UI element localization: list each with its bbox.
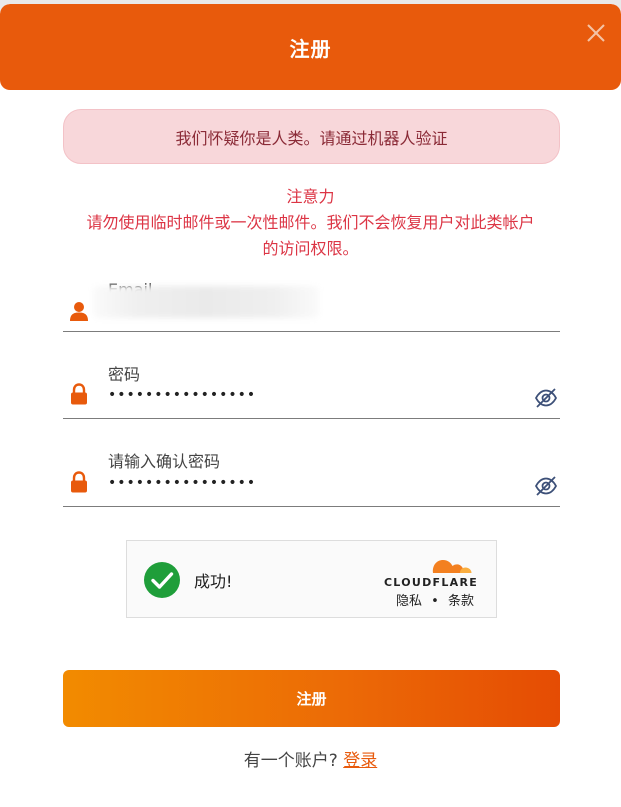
confirm-password-field[interactable]: 请输入确认密码 •••••••••••••••• [63, 448, 560, 507]
password-label: 密码 [108, 365, 141, 384]
password-field[interactable]: 密码 •••••••••••••••• [63, 361, 560, 419]
login-prompt: 有一个账户? 登录 [0, 746, 621, 771]
check-circle-icon [144, 562, 180, 598]
notice-title: 注意力 [286, 187, 335, 206]
email-input[interactable] [93, 286, 319, 318]
notice-line-1: 请勿使用临时邮件或一次性邮件。我们不会恢复用户对此类帐户 [86, 213, 535, 232]
cloudflare-logo: CLOUDFLARE [384, 560, 478, 589]
cloudflare-captcha[interactable]: 成功! CLOUDFLARE 隐私 • 条款 [126, 540, 497, 618]
password-input[interactable]: •••••••••••••••• [108, 387, 256, 403]
link-separator: • [431, 594, 439, 609]
confirm-password-input[interactable]: •••••••••••••••• [108, 475, 256, 491]
close-icon[interactable] [585, 22, 607, 44]
robot-verification-alert: 我们怀疑你是人类。请通过机器人验证 [63, 109, 560, 164]
modal-header: 注册 [0, 4, 621, 90]
confirm-password-label: 请输入确认密码 [108, 452, 221, 471]
captcha-links: 隐私 • 条款 [396, 590, 474, 609]
eye-slash-icon[interactable] [534, 387, 558, 409]
privacy-link[interactable]: 隐私 [396, 594, 422, 609]
user-icon [70, 302, 88, 321]
register-modal: 注册 我们怀疑你是人类。请通过机器人验证 注意力 请勿使用临时邮件或一次性邮件。… [0, 4, 621, 807]
alert-text: 我们怀疑你是人类。请通过机器人验证 [175, 128, 448, 148]
have-account-text: 有一个账户? [243, 751, 338, 771]
captcha-status: 成功! [194, 572, 233, 591]
terms-link[interactable]: 条款 [448, 594, 474, 609]
lock-icon [71, 471, 87, 493]
login-link[interactable]: 登录 [343, 751, 377, 771]
cloudflare-wordmark: CLOUDFLARE [384, 576, 478, 589]
register-button[interactable]: 注册 [63, 670, 560, 727]
notice-line-2: 的访问权限。 [262, 239, 359, 258]
lock-icon [71, 383, 87, 405]
email-field[interactable]: Email [63, 280, 560, 332]
eye-slash-icon[interactable] [534, 475, 558, 497]
modal-title: 注册 [289, 36, 332, 61]
disposable-email-notice: 注意力 请勿使用临时邮件或一次性邮件。我们不会恢复用户对此类帐户 的访问权限。 [62, 184, 559, 262]
